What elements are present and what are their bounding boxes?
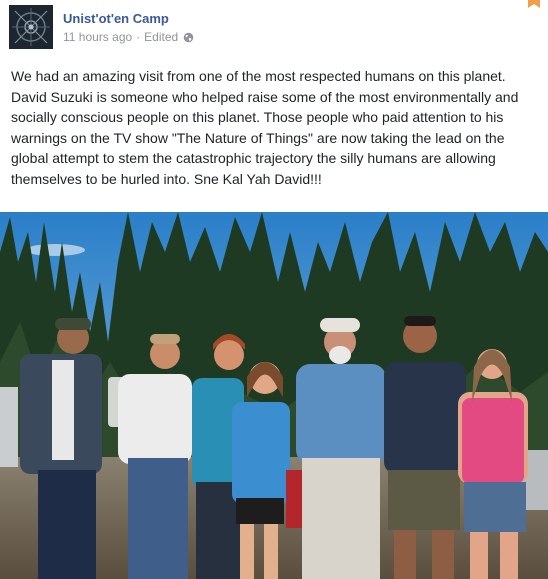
post-header: Unist'ot'en Camp 11 hours ago · Edited: [0, 0, 548, 60]
post-body-text: We had an amazing visit from one of the …: [11, 68, 519, 187]
author-name-link[interactable]: Unist'ot'en Camp: [63, 11, 169, 26]
meta-separator: ·: [136, 30, 141, 44]
post-meta: 11 hours ago · Edited: [63, 30, 194, 44]
page-avatar[interactable]: [9, 5, 53, 49]
post-photo[interactable]: [0, 212, 548, 579]
bookmark-ribbon-icon: [528, 0, 540, 8]
globe-icon[interactable]: [183, 32, 194, 43]
logo-icon: [9, 5, 53, 49]
group-photo-image: [0, 212, 548, 579]
edited-label[interactable]: Edited: [144, 30, 178, 44]
post-timestamp[interactable]: 11 hours ago: [63, 30, 132, 44]
